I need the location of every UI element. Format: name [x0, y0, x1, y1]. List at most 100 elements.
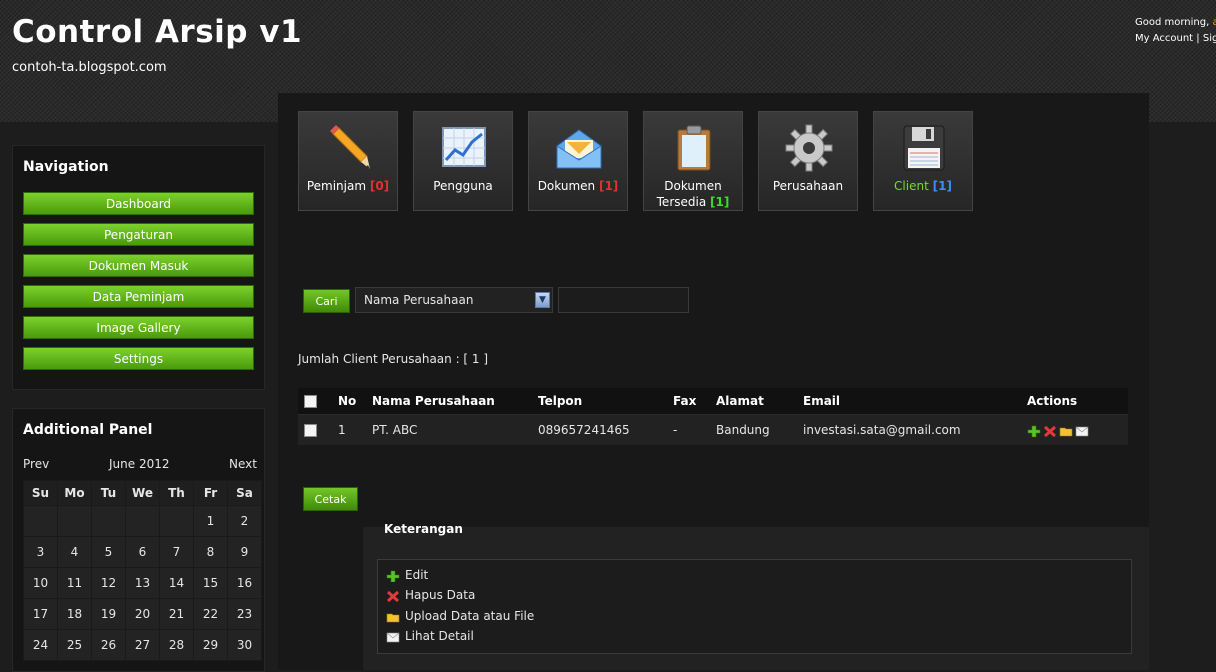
calendar-day [159, 505, 194, 537]
calendar-day[interactable]: 11 [57, 567, 92, 599]
calendar-day[interactable]: 7 [159, 536, 194, 568]
tile-client[interactable]: Client [1] [873, 111, 973, 211]
weekday-label: Fr [193, 480, 228, 506]
pencil-icon [330, 125, 370, 169]
calendar-day[interactable]: 30 [227, 629, 262, 661]
search-field-select[interactable]: Nama Perusahaan ▼ [355, 287, 553, 313]
sign-out-link[interactable]: Sig [1203, 33, 1216, 44]
tile-label: Perusahaan [772, 179, 844, 193]
calendar-day [57, 505, 92, 537]
table-header-row: No Nama Perusahaan Telpon Fax Alamat Ema… [298, 388, 1128, 415]
envelope-icon [386, 632, 400, 642]
cell-fax: - [667, 414, 710, 445]
calendar-day[interactable]: 12 [91, 567, 126, 599]
calendar-prev-link[interactable]: Prev [23, 457, 49, 471]
calendar-day[interactable]: 10 [23, 567, 58, 599]
calendar-day[interactable]: 20 [125, 598, 160, 630]
calendar-day [125, 505, 160, 537]
calendar-day[interactable]: 1 [193, 505, 228, 537]
calendar-day [91, 505, 126, 537]
delete-icon[interactable] [1043, 425, 1057, 437]
print-button[interactable]: Cetak [303, 487, 358, 511]
folder-icon [386, 613, 400, 622]
nav-dokumen-masuk-button[interactable]: Dokumen Masuk [23, 254, 254, 277]
calendar-day[interactable]: 22 [193, 598, 228, 630]
row-checkbox[interactable] [304, 424, 317, 437]
tile-count: [0] [369, 179, 390, 193]
legend-title: Keterangan [384, 522, 463, 536]
calendar-day[interactable]: 8 [193, 536, 228, 568]
calendar-day[interactable]: 13 [125, 567, 160, 599]
add-edit-icon [386, 570, 400, 582]
nav-settings-button[interactable]: Settings [23, 347, 254, 370]
calendar-day[interactable]: 4 [57, 536, 92, 568]
calendar-day[interactable]: 28 [159, 629, 194, 661]
additional-panel: Additional Panel Prev June 2012 Next Su … [12, 408, 265, 672]
column-header-no: No [332, 388, 366, 415]
nav-data-peminjam-button[interactable]: Data Peminjam [23, 285, 254, 308]
tile-dokumen[interactable]: Dokumen [1] [528, 111, 628, 211]
greeting-text: Good morning, [1135, 17, 1210, 28]
clipboard-icon [677, 125, 711, 171]
calendar-day[interactable]: 6 [125, 536, 160, 568]
username: a [1212, 17, 1216, 28]
calendar-day[interactable]: 5 [91, 536, 126, 568]
tile-count: [1] [932, 179, 952, 193]
cell-actions [1021, 414, 1128, 445]
calendar-day[interactable]: 23 [227, 598, 262, 630]
calendar-day[interactable]: 18 [57, 598, 92, 630]
site-title: Control Arsip v1 [12, 14, 303, 50]
nav-pengaturan-button[interactable]: Pengaturan [23, 223, 254, 246]
tile-label: Peminjam [0] [306, 179, 390, 193]
search-input[interactable] [558, 287, 689, 313]
mail-icon [556, 129, 602, 169]
tile-label: Pengguna [433, 179, 493, 193]
legend-label: Edit [405, 568, 429, 582]
search-select-value: Nama Perusahaan [364, 293, 474, 307]
calendar-day[interactable]: 21 [159, 598, 194, 630]
tile-pengguna[interactable]: Pengguna [413, 111, 513, 211]
calendar-month: June 2012 [109, 457, 170, 471]
select-all-checkbox[interactable] [304, 395, 317, 408]
add-edit-icon[interactable] [1027, 425, 1041, 437]
tile-perusahaan[interactable]: Perusahaan [758, 111, 858, 211]
calendar-day[interactable]: 26 [91, 629, 126, 661]
weekday-label: Tu [91, 480, 126, 506]
calendar-day[interactable]: 25 [57, 629, 92, 661]
legend-item-detail: Lihat Detail [386, 629, 474, 643]
legend-label: Lihat Detail [405, 629, 474, 643]
legend-item-upload: Upload Data atau File [386, 609, 534, 623]
calendar-day[interactable]: 17 [23, 598, 58, 630]
nav-dashboard-button[interactable]: Dashboard [23, 192, 254, 215]
calendar-day[interactable]: 9 [227, 536, 262, 568]
folder-icon[interactable] [1059, 425, 1073, 437]
envelope-icon[interactable] [1075, 425, 1089, 437]
legend-item-edit: Edit [386, 568, 428, 582]
search-button[interactable]: Cari [303, 289, 350, 313]
calendar-day[interactable]: 16 [227, 567, 262, 599]
table-row: 1 PT. ABC 089657241465 - Bandung investa… [298, 414, 1128, 445]
calendar-day[interactable]: 24 [23, 629, 58, 661]
cell-no: 1 [332, 414, 366, 445]
nav-image-gallery-button[interactable]: Image Gallery [23, 316, 254, 339]
chart-icon [442, 127, 486, 167]
tile-dokumen-tersedia[interactable]: Dokumen Tersedia [1] [643, 111, 743, 211]
calendar-day[interactable]: 2 [227, 505, 262, 537]
user-box: Good morning, a My Account | Sig [1135, 15, 1216, 47]
calendar-day[interactable]: 15 [193, 567, 228, 599]
tile-label: Dokumen Tersedia [1] [656, 179, 730, 209]
tile-label: Client [1] [894, 179, 952, 193]
gear-icon [785, 124, 833, 172]
tile-peminjam[interactable]: Peminjam [0] [298, 111, 398, 211]
calendar-day[interactable]: 3 [23, 536, 58, 568]
tile-count: [1] [710, 195, 730, 209]
calendar-day[interactable]: 19 [91, 598, 126, 630]
cell-nama: PT. ABC [366, 414, 532, 445]
calendar-day[interactable]: 27 [125, 629, 160, 661]
calendar-next-link[interactable]: Next [229, 457, 257, 471]
my-account-link[interactable]: My Account [1135, 33, 1193, 44]
client-table: No Nama Perusahaan Telpon Fax Alamat Ema… [298, 388, 1128, 445]
main-content: Peminjam [0] Pengguna Dokumen [1] Dokume… [278, 93, 1149, 670]
calendar-day[interactable]: 29 [193, 629, 228, 661]
calendar-day[interactable]: 14 [159, 567, 194, 599]
